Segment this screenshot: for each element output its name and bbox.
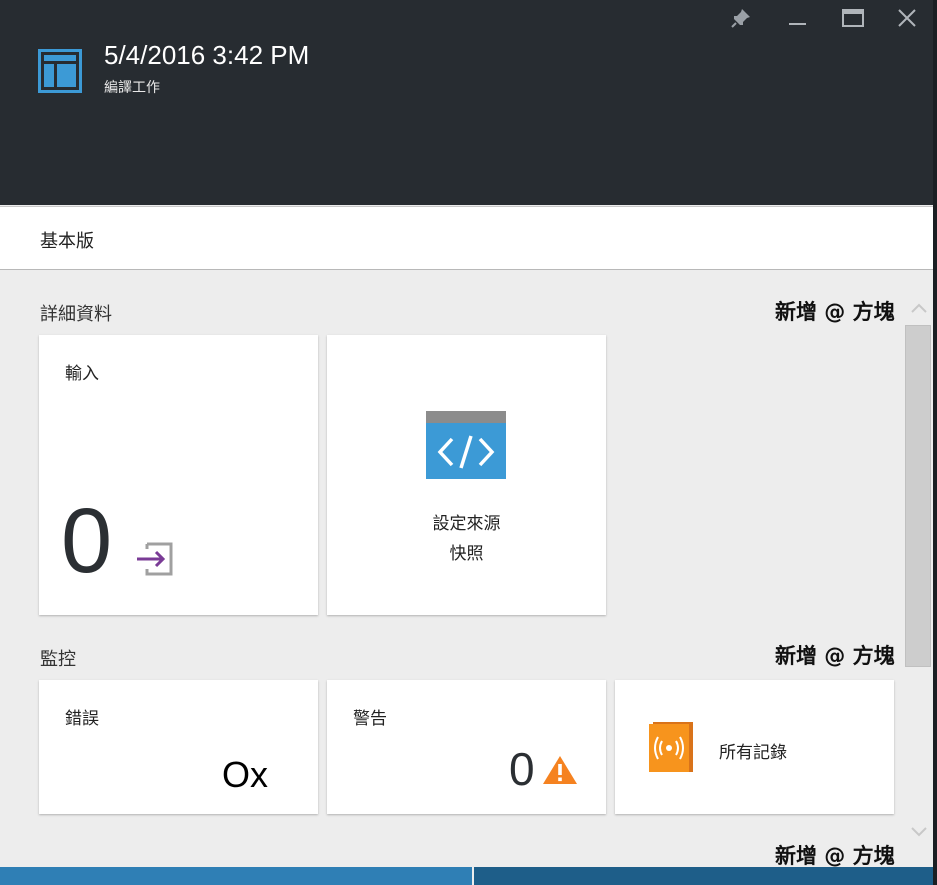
warnings-tile-label: 警告 xyxy=(353,709,387,729)
warning-icon xyxy=(543,756,577,784)
log-book-icon xyxy=(649,722,693,772)
blade-icon xyxy=(38,49,82,93)
window-edge xyxy=(933,0,937,885)
scroll-up-icon[interactable] xyxy=(909,300,929,316)
blade-subtitle: 編譯工作 xyxy=(104,80,160,96)
pin-icon[interactable] xyxy=(727,6,755,30)
source-snapshot-line2: 快照 xyxy=(449,544,484,564)
monitoring-section-title: 監控 xyxy=(40,649,76,670)
inputs-tile[interactable]: 輸入 0 xyxy=(39,335,318,615)
errors-count: Ox xyxy=(222,754,269,795)
errors-tile[interactable]: 錯誤 Ox xyxy=(39,680,318,814)
maximize-icon[interactable] xyxy=(839,6,867,30)
warnings-tile[interactable]: 警告 0 xyxy=(327,680,606,814)
source-snapshot-line1: 設定來源 xyxy=(432,514,501,534)
code-icon xyxy=(426,411,506,479)
input-arrow-icon xyxy=(137,542,173,576)
blade-header: 5/4/2016 3:42 PM 編譯工作 xyxy=(0,0,933,205)
inputs-tile-label: 輸入 xyxy=(65,364,99,384)
inputs-count: 0 xyxy=(61,490,113,592)
add-tile-monitoring[interactable]: 新增 @ 方塊 xyxy=(775,640,895,670)
taskbar-strip-left xyxy=(0,867,472,885)
close-icon[interactable] xyxy=(893,6,921,30)
blade-title: 5/4/2016 3:42 PM xyxy=(104,40,310,70)
details-section-title: 詳細資料 xyxy=(40,304,112,325)
scroll-down-icon[interactable] xyxy=(909,824,929,840)
source-snapshot-tile[interactable]: 設定來源 快照 xyxy=(327,335,606,615)
errors-tile-label: 錯誤 xyxy=(65,709,99,729)
warnings-count: 0 xyxy=(509,743,535,795)
command-bar: 基本版 xyxy=(0,206,933,270)
all-logs-label: 所有記錄 xyxy=(719,743,787,763)
add-tile-bottom[interactable]: 新增 @ 方塊 xyxy=(775,840,895,870)
essentials-button[interactable]: 基本版 xyxy=(40,227,94,253)
minimize-icon[interactable] xyxy=(783,6,811,30)
add-tile-details[interactable]: 新增 @ 方塊 xyxy=(775,296,895,326)
taskbar-strip-right xyxy=(474,867,933,885)
scrollbar-thumb[interactable] xyxy=(905,325,931,667)
all-logs-tile[interactable]: 所有記錄 xyxy=(615,680,894,814)
